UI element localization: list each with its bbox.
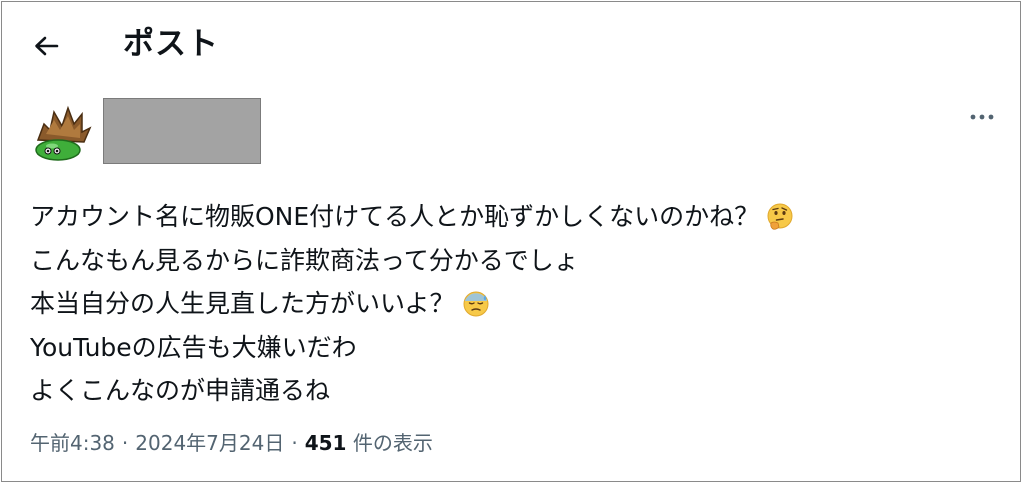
post-meta: 午前4:38 · 2024年7月24日 · 451 件の表示 bbox=[30, 428, 433, 458]
post-line-text: こんなもん見るからに詐欺商法って分かるでしょ bbox=[30, 245, 579, 275]
post-line-text: 本当自分の人生見直した方がいいよ？ bbox=[30, 289, 455, 318]
thinking-face-emoji bbox=[767, 203, 793, 230]
post-text: アカウント名に物販ONE付けてる人とか恥ずかしくないのかね？ こんなもん見るから… bbox=[30, 195, 990, 413]
post-line: こんなもん見るからに詐欺商法って分かるでしょ bbox=[30, 239, 990, 283]
meta-separator: · bbox=[121, 431, 129, 455]
post-line-text: よくこんなのが申請通るね bbox=[30, 376, 331, 405]
post-date-link[interactable]: 2024年7月24日 bbox=[135, 431, 284, 455]
post-time-link[interactable]: 午前4:38 bbox=[30, 431, 115, 455]
post-line-text: アカウント名に物販ONE付けてる人とか恥ずかしくないのかね？ bbox=[30, 202, 760, 231]
views-count: 451 bbox=[304, 431, 347, 455]
more-horizontal-icon bbox=[970, 114, 994, 120]
redacted-username bbox=[103, 98, 261, 164]
views-link[interactable]: 451 件の表示 bbox=[305, 431, 433, 455]
arrow-left-icon bbox=[35, 36, 59, 56]
slime-avatar-icon bbox=[35, 105, 92, 161]
author-row bbox=[2, 94, 1020, 170]
post-line: YouTubeの広告も大嫌いだわ bbox=[30, 326, 990, 370]
post-card: ポスト アカウント名に物販ONE付けてる人とか恥ずかしくないのかね？ こんなもん… bbox=[1, 1, 1021, 482]
post-line: 本当自分の人生見直した方がいいよ？ bbox=[30, 282, 990, 326]
meta-separator: · bbox=[291, 431, 298, 455]
downcast-sweat-face-emoji bbox=[463, 291, 489, 317]
views-label: 件の表示 bbox=[346, 431, 433, 455]
post-line-text: YouTubeの広告も大嫌いだわ bbox=[30, 332, 357, 362]
avatar[interactable] bbox=[30, 100, 94, 164]
post-header: ポスト bbox=[2, 2, 1020, 88]
post-line: アカウント名に物販ONE付けてる人とか恥ずかしくないのかね？ bbox=[30, 195, 990, 239]
more-options-button[interactable] bbox=[964, 102, 1000, 132]
post-line: よくこんなのが申請通るね bbox=[30, 369, 990, 413]
page-title: ポスト bbox=[123, 26, 219, 62]
back-button[interactable] bbox=[30, 30, 62, 62]
